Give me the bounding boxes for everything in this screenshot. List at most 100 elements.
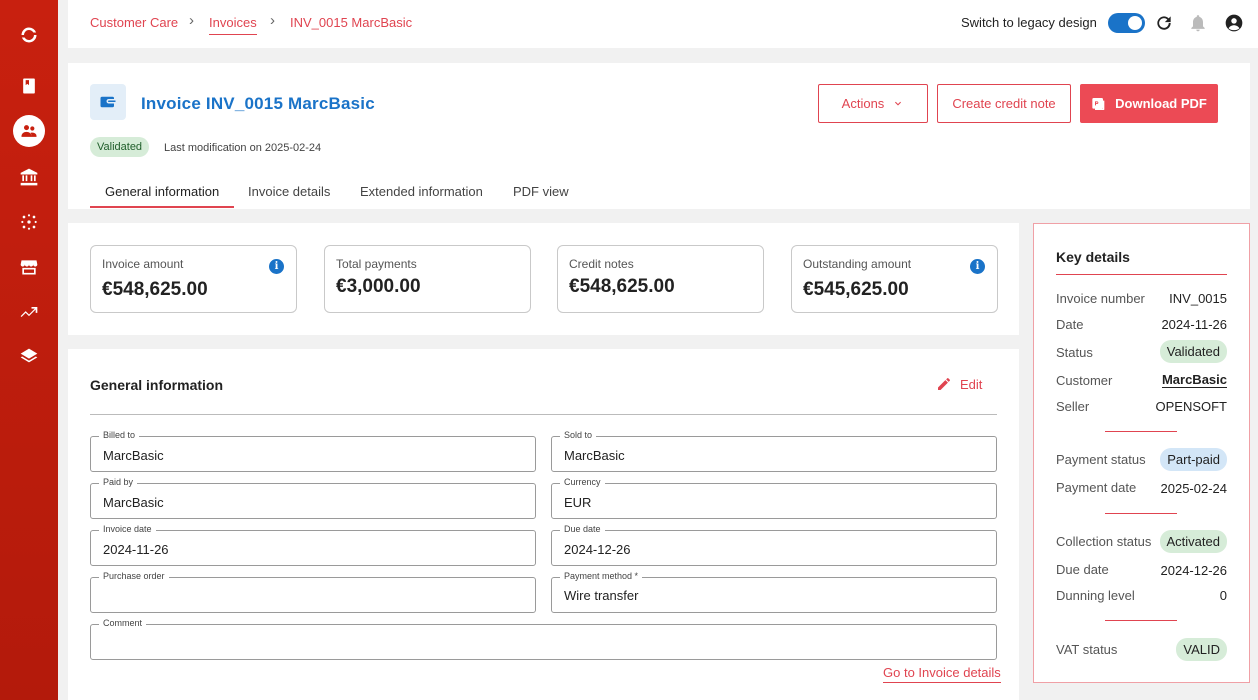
outstanding-amount-label: Outstanding amount [803,257,912,271]
bell-icon[interactable] [1187,12,1209,34]
total-payments-value: €3,000.00 [336,276,421,297]
dunning-level-value: 0 [1219,588,1227,603]
customer-label: Customer [1056,373,1113,388]
user-account-icon[interactable] [1223,12,1245,34]
date-label: Date [1056,317,1084,332]
divider [1105,513,1177,514]
network-icon[interactable] [11,204,47,240]
amount-summary: Invoice amount €548,625.00 i Total payme… [68,223,1019,335]
due-date-field[interactable]: Due date 2024-12-26 [551,524,997,566]
divider [1105,620,1177,621]
purchase-order-field[interactable]: Purchase order [90,571,536,613]
vat-status-badge: VALID [1176,638,1227,661]
total-payments-box: Total payments €3,000.00 [324,245,531,313]
payment-date-label: Payment date [1056,480,1137,495]
invoice-number-value: INV_0015 [1169,291,1227,306]
vat-status-label: VAT status [1056,642,1118,657]
invoice-amount-label: Invoice amount [102,257,184,271]
invoice-amount-box: Invoice amount €548,625.00 i [90,245,297,313]
divider [90,414,997,415]
last-modification: Last modification on 2025-02-24 [164,142,322,154]
field-value: 2024-12-26 [564,542,631,557]
actions-button[interactable]: Actions [818,84,928,123]
payment-status-badge: Part-paid [1160,448,1227,471]
invoice-header: Invoice INV_0015 MarcBasic Actions Creat… [68,63,1250,209]
billed-to-field[interactable]: Billed to MarcBasic [90,430,536,472]
logo-icon[interactable] [11,17,47,53]
edit-button[interactable]: Edit [936,376,982,392]
general-information-section: General information Edit Billed to MarcB… [68,349,1019,700]
paid-by-field[interactable]: Paid by MarcBasic [90,477,536,519]
status-badge: Validated [90,137,150,157]
key-details-title: Key details [1056,249,1130,265]
chevron-down-icon [895,101,902,105]
payment-date-value: 2025-02-24 [1160,481,1228,496]
field-value: EUR [564,495,592,510]
edit-label: Edit [960,376,983,392]
invoice-date-field[interactable]: Invoice date 2024-11-26 [90,524,536,566]
credit-notes-label: Credit notes [569,257,634,271]
download-pdf-label: Download PDF [1115,96,1207,111]
divider [1105,431,1177,432]
field-value: Wire transfer [564,588,639,603]
active-tab-indicator [90,206,234,208]
due-date-value: 2024-12-26 [1160,563,1228,578]
info-icon[interactable]: i [970,259,985,274]
store-icon[interactable] [11,249,47,285]
tab-general-information[interactable]: General information [105,184,219,199]
bank-icon[interactable] [11,159,47,195]
layers-icon[interactable] [11,339,47,375]
currency-field[interactable]: Currency EUR [551,477,997,519]
field-label: Payment method * [560,571,643,581]
outstanding-amount-box: Outstanding amount €545,625.00 i [791,245,998,313]
customers-icon[interactable] [13,115,45,147]
field-label: Comment [99,618,147,628]
download-pdf-button[interactable]: Download PDF [1080,84,1218,123]
customer-link[interactable]: MarcBasic [1161,372,1227,388]
key-details-panel: Key details Invoice number INV_0015 Date… [1033,223,1250,683]
chevron-right-icon: › [270,12,275,29]
book-icon[interactable] [11,68,47,104]
payment-method-field[interactable]: Payment method * Wire transfer [551,571,997,613]
due-date-label: Due date [1056,562,1109,577]
breadcrumb-customer-care[interactable]: Customer Care [90,15,178,30]
field-label: Purchase order [99,571,169,581]
breadcrumb-current: INV_0015 MarcBasic [290,15,413,30]
breadcrumb-invoices[interactable]: Invoices [209,15,257,35]
refresh-icon[interactable] [1153,12,1175,34]
comment-field[interactable]: Comment [90,618,997,660]
collection-status-label: Collection status [1056,534,1152,549]
top-bar: Customer Care › Invoices › INV_0015 Marc… [68,0,1258,48]
payment-status-label: Payment status [1056,452,1146,467]
seller-value: OPENSOFT [1155,399,1227,414]
field-value: MarcBasic [103,495,164,510]
field-value: 2024-11-26 [103,542,169,557]
field-label: Sold to [560,430,597,440]
total-payments-label: Total payments [336,257,417,271]
credit-notes-box: Credit notes €548,625.00 [557,245,764,313]
field-value: MarcBasic [103,448,164,463]
info-icon[interactable]: i [269,259,284,274]
dunning-level-label: Dunning level [1056,588,1135,603]
trend-icon[interactable] [11,294,47,330]
legacy-design-toggle[interactable] [1108,13,1145,33]
field-label: Invoice date [99,524,156,534]
status-badge: Validated [1159,340,1227,363]
tab-invoice-details[interactable]: Invoice details [248,184,330,199]
collection-status-badge: Activated [1159,530,1227,553]
divider [1056,274,1227,275]
go-to-invoice-details-link[interactable]: Go to Invoice details [883,665,1001,683]
create-credit-note-button[interactable]: Create credit note [937,84,1071,123]
field-label: Due date [560,524,605,534]
actions-label: Actions [841,96,885,111]
sold-to-field[interactable]: Sold to MarcBasic [551,430,997,472]
credit-notes-value: €548,625.00 [569,276,675,297]
tab-extended-information[interactable]: Extended information [360,184,483,199]
tab-pdf-view[interactable]: PDF view [513,184,569,199]
sidebar [0,0,58,700]
wallet-icon [90,84,126,120]
legacy-design-label: Switch to legacy design [961,15,1097,30]
invoice-amount-value: €548,625.00 [102,279,208,300]
invoice-number-label: Invoice number [1056,291,1145,306]
seller-label: Seller [1056,399,1090,414]
